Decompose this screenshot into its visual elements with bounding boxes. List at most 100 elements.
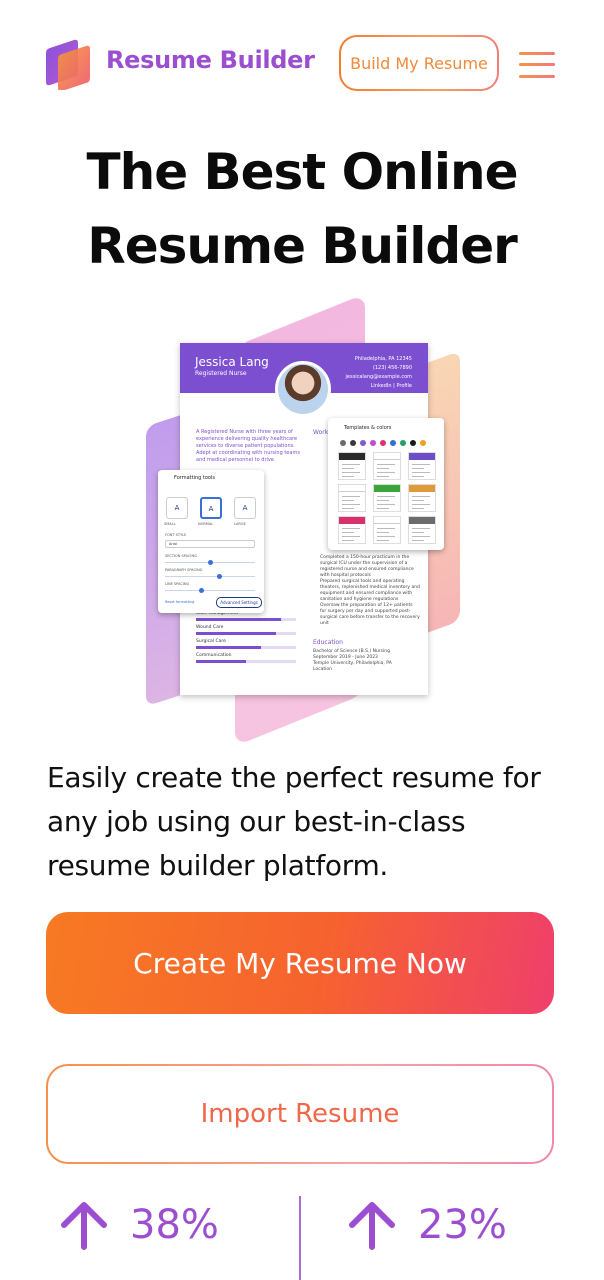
- resume-name: Jessica Lang: [195, 355, 269, 369]
- page-title-line2: Resume Builder: [87, 217, 518, 275]
- skill-item: Communication: [196, 653, 296, 663]
- slider-thumb[interactable]: [208, 560, 213, 565]
- template-text-line: [342, 508, 354, 509]
- font-style-select[interactable]: Arial: [165, 540, 255, 548]
- color-swatch[interactable]: [350, 440, 356, 446]
- template-text-line: [342, 496, 360, 497]
- contact-line: jessicalang@example.com: [345, 374, 412, 380]
- template-text-line: [342, 536, 360, 537]
- color-swatch[interactable]: [370, 440, 376, 446]
- arrow-up-icon: [349, 1202, 395, 1250]
- import-resume-button[interactable]: Import Resume: [46, 1064, 554, 1164]
- education-line: Location: [313, 667, 333, 672]
- template-text-line: [412, 496, 430, 497]
- resume-work-heading: Work: [313, 429, 329, 436]
- resume-education-heading: Education: [313, 639, 343, 646]
- stat-value: 38%: [130, 1202, 219, 1248]
- template-text-line: [412, 540, 424, 541]
- skill-label: Surgical Care: [196, 639, 226, 644]
- section-spacing-slider[interactable]: [165, 560, 255, 565]
- advanced-settings-button[interactable]: Advanced Settings: [216, 597, 262, 608]
- template-text-line: [412, 500, 424, 501]
- template-text-line: [377, 508, 389, 509]
- build-my-resume-button[interactable]: Build My Resume: [339, 35, 499, 91]
- template-thumbnail[interactable]: [408, 484, 436, 512]
- skill-bar-fill: [196, 618, 281, 621]
- template-header-band: [339, 517, 365, 524]
- templates-colors-panel: Templates & colors: [328, 418, 444, 550]
- section-spacing-label: SECTION SPACING: [165, 554, 197, 558]
- stat-value: 23%: [418, 1202, 507, 1248]
- arrow-up-icon: [61, 1202, 107, 1250]
- template-thumbnail[interactable]: [408, 516, 436, 544]
- color-swatch[interactable]: [400, 440, 406, 446]
- create-resume-button[interactable]: Create My Resume Now: [46, 912, 554, 1014]
- template-text-line: [377, 496, 395, 497]
- template-header-band: [374, 453, 400, 460]
- resume-bullet: Completed a 150-hour practicum in the su…: [320, 555, 414, 578]
- page-title-line1: The Best Online: [86, 143, 519, 201]
- hamburger-menu-icon[interactable]: [519, 50, 555, 80]
- resume-bullets: Completed a 150-hour practicum in the su…: [320, 555, 420, 627]
- stat-divider: [299, 1196, 301, 1280]
- template-thumbnail[interactable]: [338, 452, 366, 480]
- size-option-large[interactable]: A: [234, 497, 256, 519]
- hero-description: Easily create the perfect resume for any…: [47, 761, 541, 882]
- color-swatch[interactable]: [410, 440, 416, 446]
- skill-bar-fill: [196, 660, 246, 663]
- size-label-normal: NORMAL: [198, 522, 214, 526]
- template-thumbnail[interactable]: [373, 484, 401, 512]
- template-thumbnail[interactable]: [408, 452, 436, 480]
- template-thumbnail[interactable]: [338, 516, 366, 544]
- template-header-band: [409, 485, 435, 492]
- color-swatch[interactable]: [390, 440, 396, 446]
- skill-bar-fill: [196, 632, 276, 635]
- resume-photo: [275, 361, 331, 417]
- paragraph-spacing-slider[interactable]: [165, 574, 255, 579]
- color-swatch[interactable]: [420, 440, 426, 446]
- page-title: The Best Online Resume Builder: [0, 135, 604, 283]
- template-text-line: [377, 504, 395, 505]
- color-swatch[interactable]: [360, 440, 366, 446]
- template-thumbnail[interactable]: [373, 516, 401, 544]
- color-swatch[interactable]: [380, 440, 386, 446]
- template-text-line: [412, 468, 424, 469]
- template-text-line: [412, 536, 430, 537]
- line-spacing-slider[interactable]: [165, 588, 255, 593]
- template-text-line: [342, 540, 354, 541]
- templates-panel-title: Templates & colors: [344, 425, 392, 431]
- template-header-band: [409, 453, 435, 460]
- slider-thumb[interactable]: [216, 574, 222, 579]
- template-header-band: [374, 485, 400, 492]
- template-text-line: [377, 540, 389, 541]
- template-thumbnail[interactable]: [373, 452, 401, 480]
- template-text-line: [377, 532, 389, 533]
- skill-label: Communication: [196, 653, 232, 658]
- template-text-line: [377, 476, 389, 477]
- template-text-line: [342, 472, 360, 473]
- resume-contact: Philadelphia, PA 12345 (123) 456-7890 je…: [346, 355, 412, 391]
- template-text-line: [412, 532, 424, 533]
- template-thumbnail[interactable]: [338, 484, 366, 512]
- skill-item: Surgical Care: [196, 639, 296, 649]
- resume-builder-logo-icon[interactable]: [44, 38, 92, 90]
- template-text-line: [342, 476, 354, 477]
- template-header-band: [339, 453, 365, 460]
- template-text-line: [342, 532, 354, 533]
- skill-label: Wound Care: [196, 625, 224, 630]
- template-text-line: [412, 508, 424, 509]
- size-option-small[interactable]: A: [166, 497, 188, 519]
- reset-formatting-link[interactable]: Reset formatting: [165, 600, 194, 604]
- size-glyph: A: [242, 504, 248, 512]
- color-swatch[interactable]: [340, 440, 346, 446]
- size-option-normal[interactable]: A: [200, 497, 222, 519]
- brand-name[interactable]: Resume Builder: [106, 46, 315, 74]
- template-text-line: [377, 472, 395, 473]
- template-header-band: [374, 517, 400, 524]
- line-spacing-label: LINE SPACING: [165, 582, 190, 586]
- template-text-line: [377, 468, 389, 469]
- slider-thumb[interactable]: [199, 588, 205, 593]
- template-text-line: [412, 504, 430, 505]
- template-text-line: [342, 528, 360, 529]
- resume-summary: A Registered Nurse with three years of e…: [196, 429, 300, 463]
